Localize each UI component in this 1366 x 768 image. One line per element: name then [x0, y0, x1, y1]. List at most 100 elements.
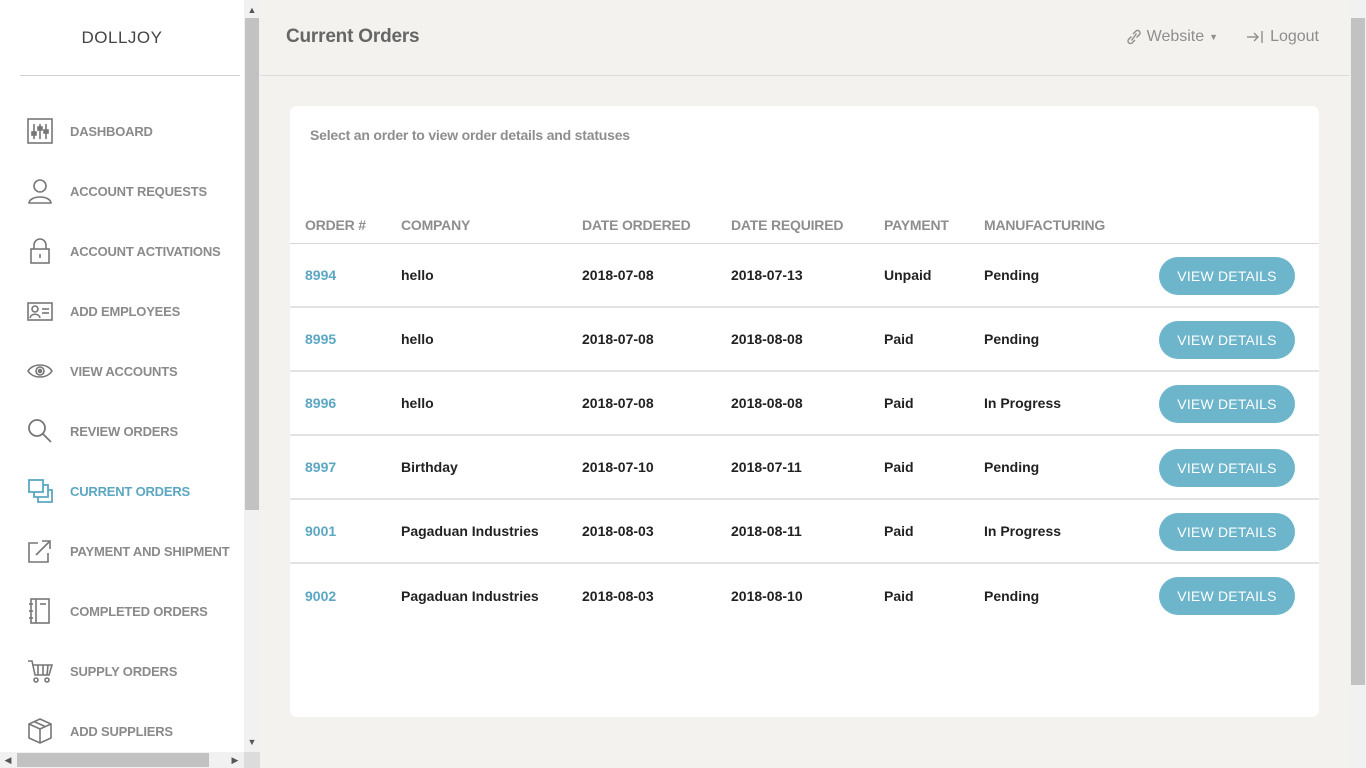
- sidebar-item-label: ACCOUNT REQUESTS: [70, 183, 207, 199]
- view-details-button[interactable]: VIEW DETAILS: [1159, 321, 1295, 359]
- company-cell: Pagaduan Industries: [401, 523, 539, 539]
- top-right-nav: Website ▼ Logout: [1126, 28, 1319, 46]
- order-number-link[interactable]: 9002: [305, 588, 336, 604]
- sidebar-item-label: CURRENT ORDERS: [70, 483, 190, 499]
- caret-down-icon: ▼: [1209, 32, 1219, 42]
- column-header-company[interactable]: COMPANY: [401, 217, 470, 233]
- logout-icon: [1247, 31, 1263, 43]
- company-cell: Pagaduan Industries: [401, 588, 539, 604]
- search-icon: [26, 417, 54, 445]
- sidebar-item-add-employees[interactable]: ADD EMPLOYEES: [0, 281, 244, 341]
- date-ordered-cell: 2018-07-10: [582, 459, 654, 475]
- table-row[interactable]: 8996 hello 2018-07-08 2018-08-08 Paid In…: [290, 372, 1319, 436]
- table-row[interactable]: 8997 Birthday 2018-07-10 2018-07-11 Paid…: [290, 436, 1319, 500]
- website-label: Website: [1146, 28, 1205, 45]
- sidebar-item-label: REVIEW ORDERS: [70, 423, 178, 439]
- sliders-icon: [26, 117, 54, 145]
- order-number-link[interactable]: 8997: [305, 459, 336, 475]
- sidebar-item-label: SUPPLY ORDERS: [70, 663, 178, 679]
- sidebar-item-supply-orders[interactable]: SUPPLY ORDERS: [0, 641, 244, 701]
- page-vertical-scrollbar[interactable]: [1350, 0, 1366, 768]
- order-number-link[interactable]: 8995: [305, 331, 336, 347]
- scroll-up-arrow-icon[interactable]: ▲: [244, 2, 260, 18]
- user-icon: [26, 177, 54, 205]
- column-header-payment[interactable]: PAYMENT: [884, 217, 949, 233]
- logout-label: Logout: [1270, 28, 1319, 45]
- column-header-order[interactable]: ORDER #: [305, 217, 366, 233]
- order-number-link[interactable]: 8996: [305, 395, 336, 411]
- sidebar-item-label: DASHBOARD: [70, 123, 153, 139]
- sidebar-item-view-accounts[interactable]: VIEW ACCOUNTS: [0, 341, 244, 401]
- sidebar-nav: DASHBOARD ACCOUNT REQUESTS ACCOUNT ACTIV…: [0, 101, 244, 761]
- cart-icon: [26, 657, 54, 685]
- logout-link[interactable]: Logout: [1246, 28, 1319, 46]
- payment-cell: Paid: [884, 523, 914, 539]
- table-row[interactable]: 9002 Pagaduan Industries 2018-08-03 2018…: [290, 564, 1319, 628]
- date-required-cell: 2018-07-13: [731, 267, 803, 283]
- eye-icon: [26, 357, 54, 385]
- website-dropdown[interactable]: Website ▼: [1126, 28, 1219, 46]
- notebook-icon: [26, 597, 54, 625]
- orders-card: Select an order to view order details an…: [290, 106, 1319, 717]
- sidebar-item-current-orders[interactable]: CURRENT ORDERS: [0, 461, 244, 521]
- view-details-button[interactable]: VIEW DETAILS: [1159, 257, 1295, 295]
- payment-cell: Paid: [884, 395, 914, 411]
- divider: [20, 75, 240, 76]
- table-row[interactable]: 9001 Pagaduan Industries 2018-08-03 2018…: [290, 500, 1319, 564]
- scroll-left-arrow-icon[interactable]: ◀: [0, 752, 16, 768]
- scrollbar-thumb[interactable]: [245, 18, 259, 510]
- date-required-cell: 2018-08-11: [731, 523, 802, 539]
- manufacturing-cell: Pending: [984, 459, 1040, 475]
- table-row[interactable]: 8994 hello 2018-07-08 2018-07-13 Unpaid …: [290, 244, 1319, 308]
- payment-cell: Paid: [884, 459, 914, 475]
- sidebar-item-label: ADD SUPPLIERS: [70, 723, 173, 739]
- sidebar-horizontal-scrollbar[interactable]: ◀ ▶: [0, 752, 244, 768]
- sidebar-item-label: COMPLETED ORDERS: [70, 603, 208, 619]
- page-title: Current Orders: [286, 26, 420, 47]
- brand-logo[interactable]: DOLLJOY: [0, 0, 244, 76]
- sidebar-vertical-scrollbar[interactable]: ▲ ▼: [244, 0, 260, 752]
- manufacturing-cell: Pending: [984, 267, 1040, 283]
- view-details-button[interactable]: VIEW DETAILS: [1159, 577, 1295, 615]
- view-details-button[interactable]: VIEW DETAILS: [1159, 449, 1295, 487]
- scrollbar-thumb[interactable]: [1351, 18, 1365, 685]
- order-number-link[interactable]: 8994: [305, 267, 336, 283]
- order-number-link[interactable]: 9001: [305, 523, 336, 539]
- manufacturing-cell: Pending: [984, 331, 1040, 347]
- box-icon: [26, 717, 54, 745]
- link-icon: [1126, 29, 1141, 45]
- stacked-squares-icon: [26, 477, 54, 505]
- sidebar-item-account-activations[interactable]: ACCOUNT ACTIVATIONS: [0, 221, 244, 281]
- date-ordered-cell: 2018-08-03: [582, 588, 654, 604]
- payment-cell: Paid: [884, 588, 914, 604]
- date-ordered-cell: 2018-07-08: [582, 395, 654, 411]
- column-header-date-ordered[interactable]: DATE ORDERED: [582, 217, 691, 233]
- scroll-right-arrow-icon[interactable]: ▶: [227, 752, 243, 768]
- view-details-button[interactable]: VIEW DETAILS: [1159, 385, 1295, 423]
- view-details-button[interactable]: VIEW DETAILS: [1159, 513, 1295, 551]
- manufacturing-cell: In Progress: [984, 395, 1062, 411]
- date-required-cell: 2018-07-11: [731, 459, 802, 475]
- sidebar-item-completed-orders[interactable]: COMPLETED ORDERS: [0, 581, 244, 641]
- sidebar-item-review-orders[interactable]: REVIEW ORDERS: [0, 401, 244, 461]
- lock-icon: [26, 237, 54, 265]
- scroll-down-arrow-icon[interactable]: ▼: [244, 734, 260, 750]
- manufacturing-cell: In Progress: [984, 523, 1062, 539]
- orders-description: Select an order to view order details an…: [310, 127, 630, 143]
- sidebar-item-label: VIEW ACCOUNTS: [70, 363, 178, 379]
- column-header-date-required[interactable]: DATE REQUIRED: [731, 217, 843, 233]
- sidebar-item-payment-and-shipment[interactable]: PAYMENT AND SHIPMENT: [0, 521, 244, 581]
- scrollbar-thumb[interactable]: [17, 753, 209, 767]
- date-ordered-cell: 2018-07-08: [582, 267, 654, 283]
- sidebar-item-label: PAYMENT AND SHIPMENT: [70, 543, 230, 559]
- date-ordered-cell: 2018-08-03: [582, 523, 654, 539]
- sidebar-item-dashboard[interactable]: DASHBOARD: [0, 101, 244, 161]
- date-required-cell: 2018-08-08: [731, 395, 803, 411]
- payment-cell: Paid: [884, 331, 914, 347]
- sidebar-item-account-requests[interactable]: ACCOUNT REQUESTS: [0, 161, 244, 221]
- column-header-manufacturing[interactable]: MANUFACTURING: [984, 217, 1105, 233]
- company-cell: hello: [401, 331, 434, 347]
- date-required-cell: 2018-08-10: [731, 588, 803, 604]
- scrollbar-corner: [244, 752, 260, 768]
- table-row[interactable]: 8995 hello 2018-07-08 2018-08-08 Paid Pe…: [290, 308, 1319, 372]
